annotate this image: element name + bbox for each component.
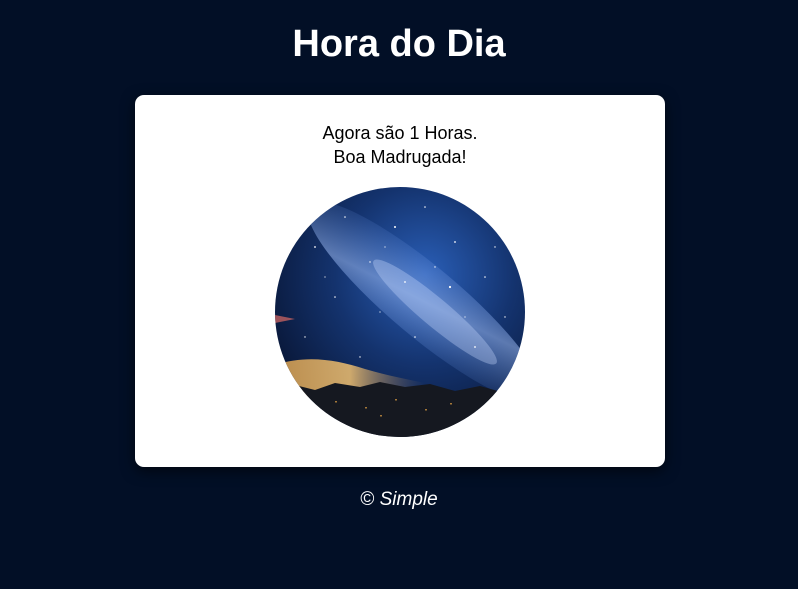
greeting-message: Boa Madrugada! <box>333 147 467 167</box>
copyright-symbol: © <box>360 489 375 510</box>
page-title: Hora do Dia <box>292 23 506 65</box>
footer: © Simple <box>0 488 798 512</box>
footer-brand: Simple <box>379 489 438 510</box>
time-message: Agora são 1 Horas. <box>322 123 478 143</box>
night-sky-image <box>275 187 525 437</box>
night-sky-photo-icon <box>275 187 525 437</box>
time-card: Agora são 1 Horas. Boa Madrugada! <box>135 95 665 467</box>
